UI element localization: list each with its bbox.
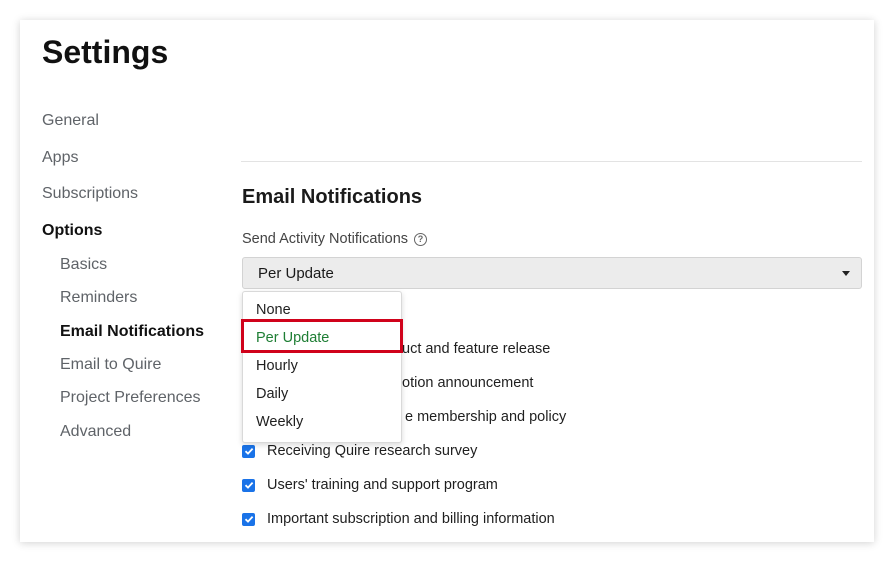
checkbox-label: otion announcement	[402, 375, 534, 391]
settings-card: Settings General Apps Subscriptions Opti…	[20, 20, 874, 542]
nav-item-apps[interactable]: Apps	[42, 149, 78, 167]
dropdown-option-weekly[interactable]: Weekly	[256, 414, 303, 430]
nav-item-advanced[interactable]: Advanced	[60, 423, 131, 441]
checkbox-row[interactable]: Important subscription and billing infor…	[242, 511, 555, 527]
checkbox-label: Receiving Quire research survey	[267, 443, 478, 459]
activity-notifications-select[interactable]: Per Update	[242, 257, 862, 289]
page-title: Settings	[42, 34, 169, 70]
nav-item-general[interactable]: General	[42, 112, 99, 130]
section-divider	[241, 161, 862, 162]
nav-item-options[interactable]: Options	[42, 222, 102, 240]
checkbox-label: Users' training and support program	[267, 477, 498, 493]
dropdown-option-per-update[interactable]: Per Update	[256, 330, 329, 346]
caret-down-icon	[842, 271, 850, 276]
dropdown-option-none[interactable]: None	[256, 302, 291, 318]
select-value: Per Update	[258, 265, 334, 282]
nav-item-basics[interactable]: Basics	[60, 256, 107, 274]
nav-item-project-preferences[interactable]: Project Preferences	[60, 389, 201, 407]
nav-item-email-notifications[interactable]: Email Notifications	[60, 323, 204, 341]
field-label-text: Send Activity Notifications	[242, 231, 409, 247]
checkbox-label: uct and feature release	[402, 341, 551, 357]
checkbox-label: e membership and policy	[405, 409, 567, 425]
dropdown-option-daily[interactable]: Daily	[256, 386, 288, 402]
checkbox-checked-icon[interactable]	[242, 444, 255, 458]
nav-item-email-to-quire[interactable]: Email to Quire	[60, 356, 161, 374]
activity-notifications-label: Send Activity Notifications ?	[242, 231, 428, 247]
help-icon[interactable]: ?	[414, 232, 428, 246]
nav-item-subscriptions[interactable]: Subscriptions	[42, 185, 138, 203]
dropdown-option-hourly[interactable]: Hourly	[256, 358, 298, 374]
section-title: Email Notifications	[242, 186, 423, 208]
checkbox-checked-icon[interactable]	[242, 512, 255, 526]
checkbox-checked-icon[interactable]	[242, 478, 255, 492]
checkbox-row[interactable]: Receiving Quire research survey	[242, 443, 477, 459]
notification-frequency-dropdown: None Per Update Hourly Daily Weekly	[242, 291, 402, 443]
checkbox-label: Important subscription and billing infor…	[267, 511, 555, 527]
checkbox-row[interactable]: Users' training and support program	[242, 477, 498, 493]
nav-item-reminders[interactable]: Reminders	[60, 289, 137, 307]
